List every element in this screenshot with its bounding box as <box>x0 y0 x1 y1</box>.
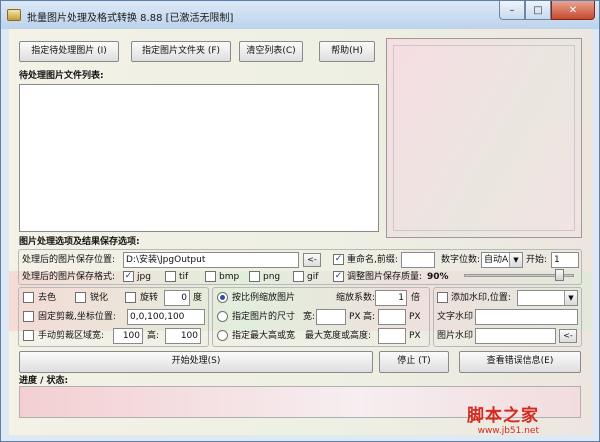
select-folder-button[interactable]: 指定图片文件夹 (F) <box>131 41 231 62</box>
manual-crop-checkbox[interactable] <box>23 330 34 341</box>
scale-max-unit: PX <box>409 331 421 341</box>
browse-watermark-button[interactable]: <- <box>559 329 577 343</box>
add-watermark-checkbox[interactable] <box>437 292 448 303</box>
format-jpg-label: jpg <box>137 272 151 282</box>
crop-width-input[interactable]: 100 <box>113 328 143 344</box>
site-watermark-url: www.jb51.net <box>477 426 539 435</box>
desaturate-checkbox[interactable] <box>23 292 34 303</box>
rotate-unit: 度 <box>193 293 203 303</box>
file-list-label: 待处理图片文件列表: <box>19 71 104 81</box>
save-location-label: 处理后的图片保存位置: <box>22 255 116 265</box>
rotate-checkbox[interactable] <box>125 292 136 303</box>
sharpen-checkbox[interactable] <box>75 292 86 303</box>
scale-width-unit: PX <box>349 312 361 322</box>
rename-prefix-input[interactable] <box>401 252 435 268</box>
image-preview <box>386 38 582 238</box>
format-bmp-checkbox[interactable] <box>205 271 216 282</box>
scale-height-label: 高: <box>363 312 376 322</box>
maximize-button[interactable]: □ <box>525 1 551 20</box>
select-images-button[interactable]: 指定待处理图片 (I) <box>19 41 119 62</box>
rotate-label: 旋转 <box>140 293 159 303</box>
file-list[interactable] <box>19 84 379 232</box>
save-format-label: 处理后的图片保存格式: <box>22 272 116 282</box>
format-bmp-label: bmp <box>219 272 240 282</box>
main-panel: 指定待处理图片 (I) 指定图片文件夹 (F) 清空列表(C) 帮助(H) 待处… <box>9 29 592 435</box>
app-window: 批量图片处理及格式转换 8.88 [已激活无限制] – □ ✕ 指定待处理图片 … <box>0 0 600 442</box>
scale-by-size-radio[interactable] <box>217 311 228 322</box>
fixed-crop-label: 固定剪裁,坐标位置: <box>38 312 116 322</box>
window-controls: – □ ✕ <box>499 1 595 21</box>
close-button[interactable]: ✕ <box>551 1 595 20</box>
save-location-input[interactable]: D:\安装\JpgOutput <box>123 252 299 268</box>
format-png-checkbox[interactable] <box>249 271 260 282</box>
scale-max-input[interactable] <box>378 328 406 344</box>
help-button[interactable]: 帮助(H) <box>319 41 375 62</box>
digits-label: 数字位数: <box>441 255 481 265</box>
quality-checkbox[interactable]: ✓ <box>333 271 344 282</box>
rename-label: 重命名,前缀: <box>347 255 398 265</box>
fixed-crop-checkbox[interactable] <box>23 311 34 322</box>
site-watermark-text: 脚本之家 <box>467 406 539 426</box>
rotate-input[interactable]: 0 <box>164 290 190 306</box>
image-watermark-input[interactable] <box>475 328 556 344</box>
title-bar: 批量图片处理及格式转换 8.88 [已激活无限制] – □ ✕ <box>1 1 599 29</box>
scale-max-label: 最大宽度或高度: <box>305 331 372 341</box>
browse-save-location-button[interactable]: <- <box>303 253 321 267</box>
site-watermark: 脚本之家 www.jb51.net <box>467 401 539 435</box>
format-gif-label: gif <box>307 272 319 282</box>
rename-checkbox[interactable]: ✓ <box>333 254 344 265</box>
view-errors-button[interactable]: 查看错误信息(E) <box>459 351 581 373</box>
start-processing-button[interactable]: 开始处理(S) <box>19 351 373 373</box>
text-watermark-label: 文字水印 <box>437 312 474 322</box>
start-input[interactable]: 1 <box>551 252 579 268</box>
start-label: 开始: <box>526 255 548 265</box>
crop-height-label: 高: <box>147 331 160 341</box>
format-tif-label: tif <box>179 272 189 282</box>
clear-list-button[interactable]: 清空列表(C) <box>239 41 303 62</box>
scale-ratio-label: 缩放系数: <box>336 293 376 303</box>
app-icon <box>7 9 21 21</box>
desaturate-label: 去色 <box>38 293 57 303</box>
digits-select[interactable]: 自动A ▼ <box>481 252 523 268</box>
scale-by-max-radio[interactable] <box>217 330 228 341</box>
scale-ratio-unit: 倍 <box>411 293 421 303</box>
quality-slider[interactable] <box>464 269 574 281</box>
format-jpg-checkbox[interactable]: ✓ <box>123 271 134 282</box>
chevron-down-icon: ▼ <box>509 253 522 267</box>
text-watermark-input[interactable] <box>475 309 578 325</box>
digits-value: 自动A <box>484 255 509 265</box>
scale-width-input[interactable] <box>316 309 346 325</box>
image-watermark-label: 图片水印 <box>437 331 474 341</box>
fixed-crop-input[interactable]: 0,0,100,100 <box>127 309 205 325</box>
format-png-label: png <box>263 272 281 282</box>
manual-crop-label: 手动剪裁区域宽: <box>38 331 105 341</box>
stop-button[interactable]: 停止 (T) <box>379 351 449 373</box>
watermark-position-select[interactable]: ▼ <box>517 290 578 306</box>
scale-by-size-label: 指定图片的尺寸 <box>232 312 296 322</box>
crop-height-input[interactable]: 100 <box>165 328 201 344</box>
chevron-down-icon: ▼ <box>564 291 577 305</box>
quality-slider-thumb[interactable] <box>555 269 564 281</box>
quality-label: 调整图片保存质量: <box>347 272 423 282</box>
minimize-button[interactable]: – <box>499 1 525 20</box>
scale-ratio-input[interactable]: 1 <box>375 290 407 306</box>
format-tif-checkbox[interactable] <box>165 271 176 282</box>
window-title: 批量图片处理及格式转换 8.88 [已激活无限制] <box>27 13 234 24</box>
scale-height-input[interactable] <box>378 309 406 325</box>
scale-width-label: 宽: <box>303 312 316 322</box>
add-watermark-label: 添加水印,位置: <box>451 293 511 303</box>
options-heading: 图片处理选项及结果保存选项: <box>19 237 140 247</box>
format-gif-checkbox[interactable] <box>293 271 304 282</box>
scale-height-unit: PX <box>409 312 421 322</box>
scale-by-max-label: 指定最大高或宽 <box>232 331 296 341</box>
scale-by-ratio-label: 按比例缩放图片 <box>232 293 296 303</box>
sharpen-label: 锐化 <box>90 293 109 303</box>
scale-by-ratio-radio[interactable] <box>217 292 228 303</box>
quality-value: 90% <box>427 272 449 282</box>
